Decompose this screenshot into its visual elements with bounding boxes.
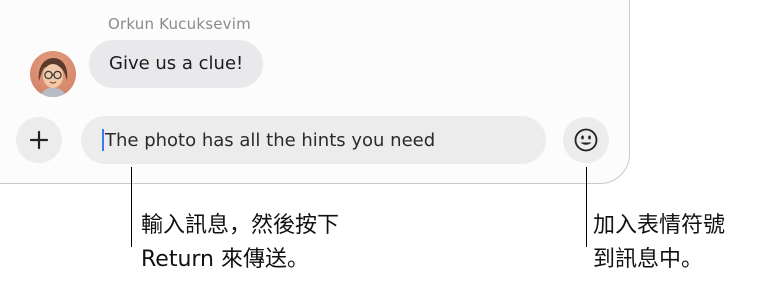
sender-name: Orkun Kucuksevim: [108, 15, 251, 33]
message-input-text: The photo has all the hints you need: [105, 129, 436, 151]
message-input[interactable]: The photo has all the hints you need: [81, 116, 546, 164]
avatar[interactable]: [30, 51, 76, 97]
input-callout-line2: Return 來傳送。: [141, 247, 309, 272]
memoji-avatar-icon: [38, 58, 68, 97]
text-cursor: [102, 129, 104, 151]
input-callout: 輸入訊息，然後按下 Return 來傳送。: [141, 209, 339, 277]
screenshot-stage: Orkun Kucuksevim Give us a clue! The pho…: [0, 0, 777, 285]
input-callout-line: [131, 167, 132, 247]
emoji-callout-line1: 加入表情符號: [593, 213, 726, 238]
plus-icon: [29, 130, 49, 150]
input-callout-line1: 輸入訊息，然後按下: [141, 213, 340, 238]
emoji-callout: 加入表情符號 到訊息中。: [593, 209, 725, 277]
emoji-callout-line: [586, 167, 587, 247]
smiley-face-icon: [574, 128, 598, 152]
emoji-callout-line2: 到訊息中。: [593, 247, 704, 272]
apps-plus-button[interactable]: [16, 117, 62, 163]
message-bubble: Give us a clue!: [89, 40, 264, 88]
emoji-button[interactable]: [563, 117, 609, 163]
